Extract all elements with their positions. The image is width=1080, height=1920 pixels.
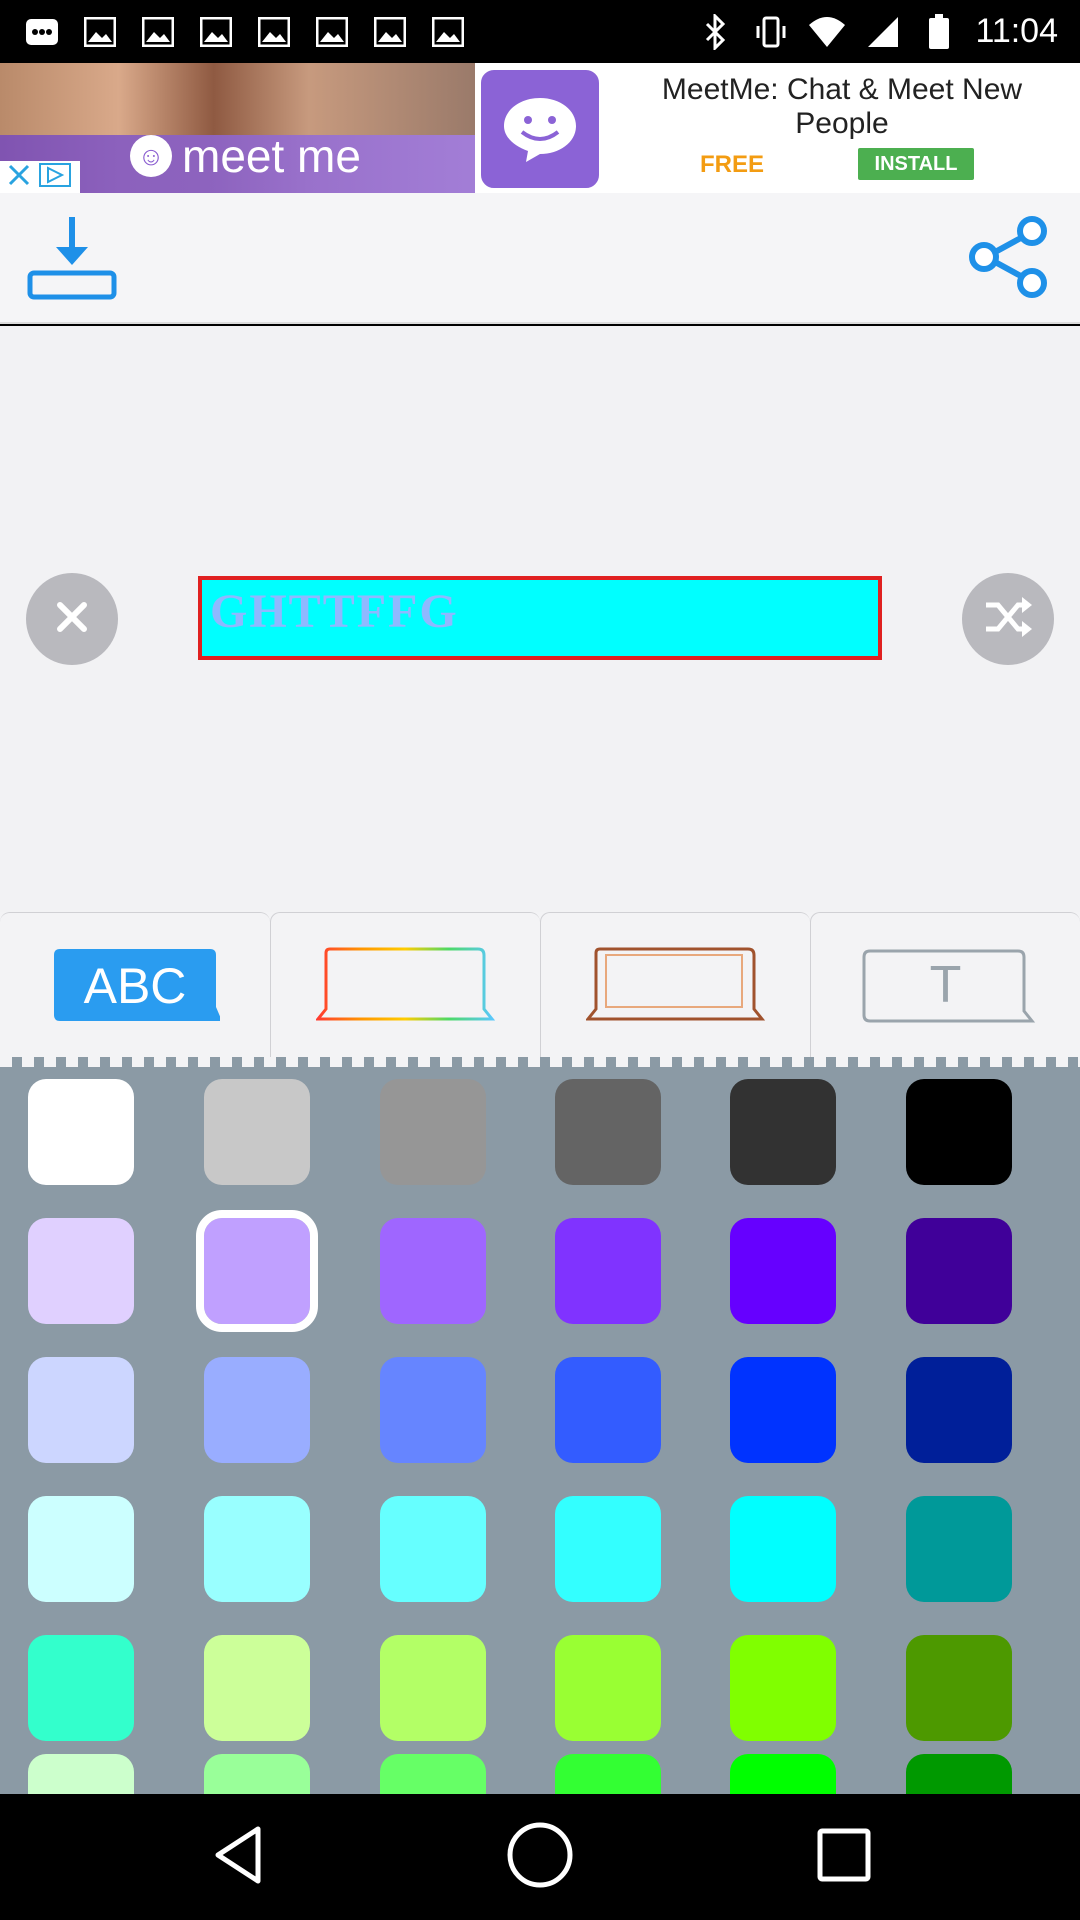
color-swatch[interactable] <box>380 1079 486 1185</box>
color-swatch[interactable] <box>906 1754 1012 1794</box>
styled-text-preview[interactable]: GHTTFFG <box>198 576 882 660</box>
gradient-frame-icon <box>314 943 496 1028</box>
tab-font[interactable]: T <box>810 912 1080 1057</box>
image-icon <box>254 12 294 52</box>
toolbar <box>0 193 1080 324</box>
color-swatch[interactable] <box>555 1357 661 1463</box>
font-tab-icon: T <box>856 945 1036 1025</box>
ad-price: FREE <box>700 151 765 178</box>
home-icon <box>504 1819 576 1896</box>
color-swatch[interactable] <box>906 1496 1012 1602</box>
color-swatch[interactable] <box>28 1079 134 1185</box>
color-swatch[interactable] <box>380 1496 486 1602</box>
color-swatch[interactable] <box>204 1496 310 1602</box>
color-swatch[interactable] <box>204 1754 310 1794</box>
color-swatch[interactable] <box>380 1754 486 1794</box>
image-icon <box>428 12 468 52</box>
color-palette <box>0 1057 1080 1794</box>
clear-button[interactable] <box>26 573 118 665</box>
color-swatch[interactable] <box>906 1079 1012 1185</box>
wifi-icon <box>807 12 847 52</box>
close-icon <box>52 597 92 642</box>
back-icon <box>208 1823 268 1892</box>
color-swatch[interactable] <box>204 1357 310 1463</box>
shuffle-icon <box>982 595 1034 644</box>
color-swatch[interactable] <box>906 1218 1012 1324</box>
tab-label-abc: ABC <box>83 958 187 1014</box>
recents-button[interactable] <box>806 1819 882 1895</box>
image-icon <box>370 12 410 52</box>
color-swatch[interactable] <box>204 1079 310 1185</box>
more-dots-icon <box>22 12 62 52</box>
color-swatch[interactable] <box>28 1754 134 1794</box>
color-swatch[interactable] <box>196 1210 318 1332</box>
abc-tab-icon: ABC <box>50 947 220 1023</box>
color-swatch[interactable] <box>28 1218 134 1324</box>
color-swatch[interactable] <box>730 1357 836 1463</box>
ad-app-logo[interactable] <box>478 67 602 191</box>
color-swatch[interactable] <box>730 1079 836 1185</box>
color-swatch[interactable] <box>730 1635 836 1741</box>
ad-close-controls[interactable] <box>0 161 80 193</box>
notification-icons <box>22 0 468 63</box>
share-button[interactable] <box>960 211 1056 307</box>
tab-label-t: T <box>929 956 962 1014</box>
download-icon <box>26 211 118 308</box>
color-swatch[interactable] <box>555 1754 661 1794</box>
color-swatch[interactable] <box>730 1218 836 1324</box>
frame-icon <box>584 943 766 1028</box>
meetme-smile-icon: ☺ <box>130 135 172 177</box>
color-swatch[interactable] <box>730 1496 836 1602</box>
status-bar: 11:04 <box>0 0 1080 63</box>
ad-install-button[interactable]: INSTALL <box>858 148 974 180</box>
color-swatch[interactable] <box>555 1635 661 1741</box>
color-swatch[interactable] <box>380 1357 486 1463</box>
tab-text-color[interactable]: ABC <box>0 912 270 1057</box>
signal-icon <box>863 12 903 52</box>
color-swatch[interactable] <box>555 1496 661 1602</box>
share-icon <box>962 211 1054 308</box>
ad-banner[interactable]: ☺ meet me MeetMe: Chat & Meet New People… <box>0 63 1080 193</box>
battery-icon <box>919 12 959 52</box>
ad-brand-text: meet me <box>182 130 361 182</box>
recents-icon <box>814 1825 874 1890</box>
color-swatch[interactable] <box>380 1635 486 1741</box>
image-icon <box>312 12 352 52</box>
tab-frame-border[interactable] <box>540 912 810 1057</box>
color-swatch[interactable] <box>906 1357 1012 1463</box>
palette-edge <box>0 1057 1080 1067</box>
download-button[interactable] <box>24 211 120 307</box>
ad-brand: ☺ meet me <box>130 129 361 183</box>
color-swatch[interactable] <box>730 1754 836 1794</box>
color-swatch[interactable] <box>204 1635 310 1741</box>
image-icon <box>196 12 236 52</box>
ad-close-icon[interactable] <box>6 162 32 193</box>
image-icon <box>138 12 178 52</box>
color-swatch[interactable] <box>555 1218 661 1324</box>
shuffle-button[interactable] <box>962 573 1054 665</box>
back-button[interactable] <box>200 1819 276 1895</box>
style-tabs: ABC T <box>0 912 1080 1057</box>
bluetooth-icon <box>695 12 735 52</box>
color-swatch[interactable] <box>28 1496 134 1602</box>
ad-choices-icon[interactable] <box>38 162 72 193</box>
image-icon <box>80 12 120 52</box>
color-swatch[interactable] <box>380 1218 486 1324</box>
vibrate-icon <box>751 12 791 52</box>
ad-title[interactable]: MeetMe: Chat & Meet New People <box>622 73 1062 141</box>
color-swatch[interactable] <box>555 1079 661 1185</box>
color-swatch[interactable] <box>28 1635 134 1741</box>
home-button[interactable] <box>502 1819 578 1895</box>
editor-canvas: GHTTFFG <box>0 326 1080 912</box>
clock: 11:04 <box>975 12 1058 50</box>
navigation-bar <box>0 1794 1080 1920</box>
color-swatch[interactable] <box>906 1635 1012 1741</box>
preview-text: GHTTFFG <box>210 585 459 638</box>
color-swatch[interactable] <box>28 1357 134 1463</box>
system-icons: 11:04 <box>695 0 1058 63</box>
tab-gradient-border[interactable] <box>270 912 540 1057</box>
